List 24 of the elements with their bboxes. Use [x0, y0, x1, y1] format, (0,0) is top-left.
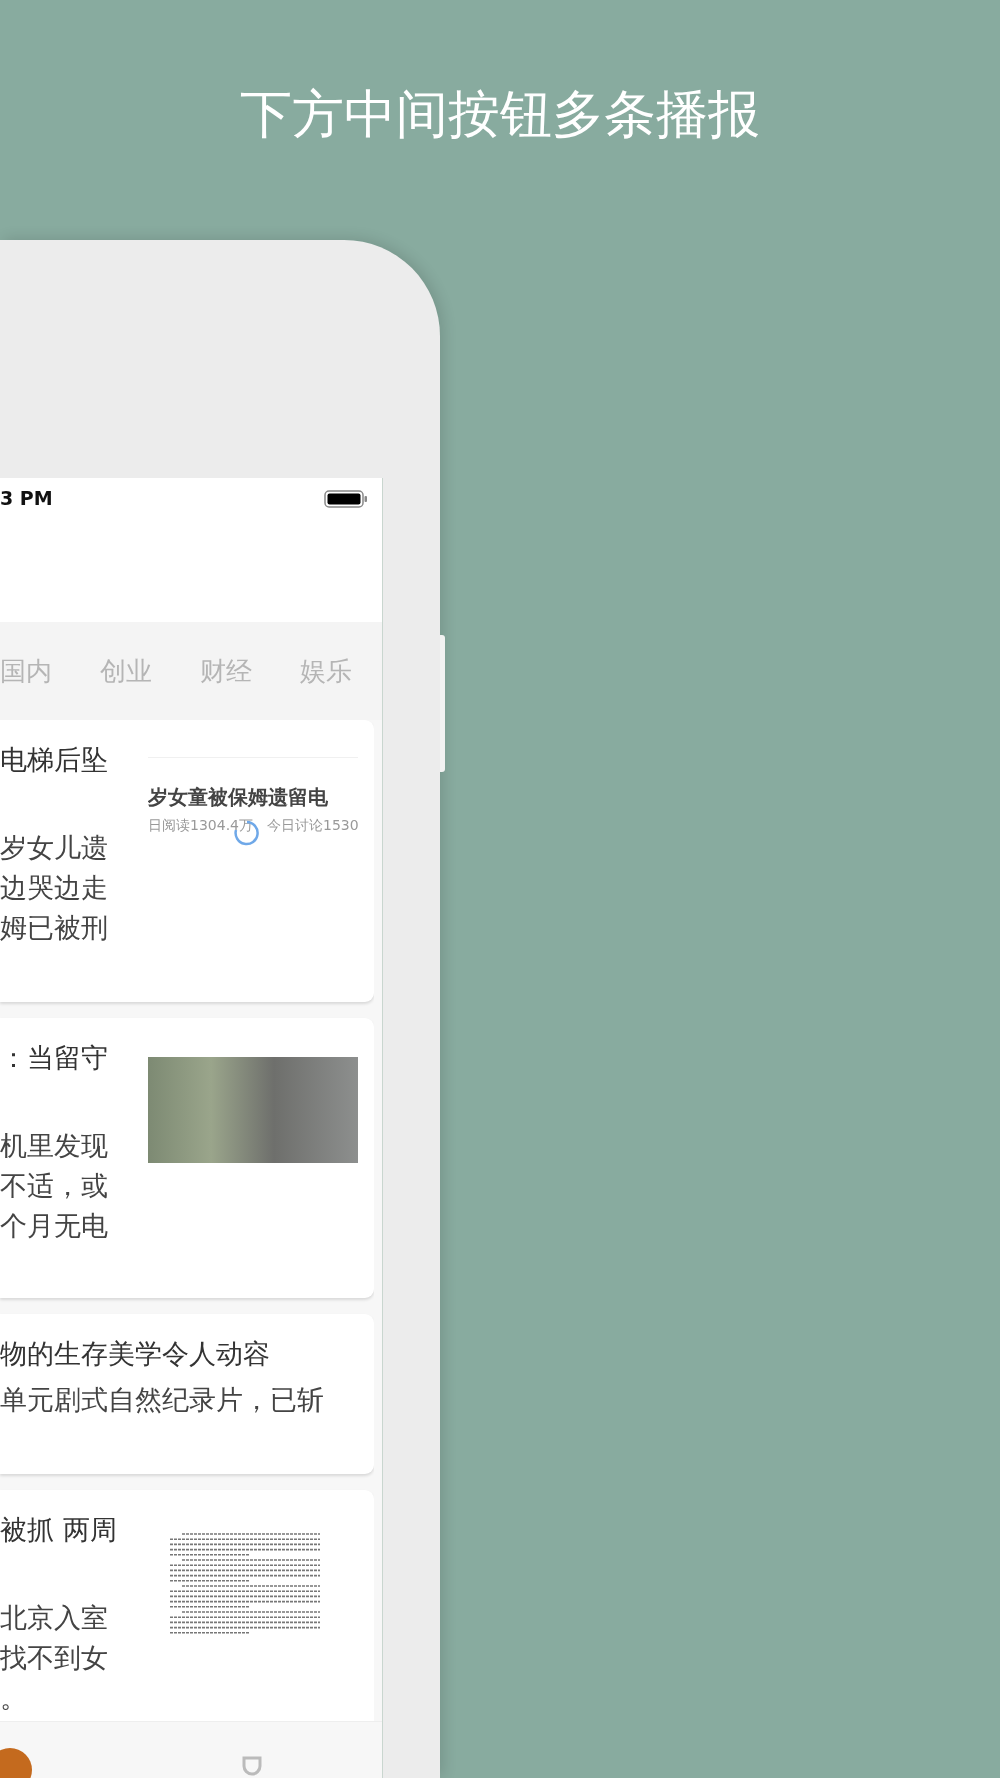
news-card[interactable]: ：当留守 机里发现 不适，或 个月无电: [0, 1018, 374, 1298]
article-summary-line: 找不到女: [0, 1641, 109, 1675]
article-summary-line: 北京入室: [0, 1601, 109, 1635]
article-title: ：当留守: [0, 1041, 109, 1075]
article-summary-line: 不适，或: [0, 1169, 109, 1203]
article-summary-line: 岁女儿遗: [0, 831, 109, 865]
news-card[interactable]: 电梯后坠 岁女儿遗 边哭边走 姆已被刑 岁女童被保姆遗留电 日阅读1304.4万 今日讨论1530: [0, 720, 374, 1002]
article-title: 电梯后坠: [0, 743, 109, 777]
screenshot-stat: 今日讨论1530: [267, 817, 358, 835]
status-time: 3 PM: [0, 486, 53, 510]
battery-icon: [324, 489, 368, 509]
article-summary-line: 姆已被刑: [0, 911, 109, 945]
article-summary-line: 边哭边走: [0, 871, 109, 905]
promo-heading: 下方中间按钮多条播报: [239, 83, 761, 146]
article-summary-line: 单元剧式自然纪录片，已斩: [0, 1383, 325, 1417]
article-summary-line: 。: [0, 1681, 28, 1715]
article-summary-line: 个月无电: [0, 1209, 109, 1243]
news-card[interactable]: 物的生存美学令人动容 单元剧式自然纪录片，已斩: [0, 1314, 374, 1474]
article-title: 物的生存美学令人动容: [0, 1337, 271, 1371]
news-card[interactable]: 被抓 两周 北京入室 找不到女 。: [0, 1490, 374, 1721]
article-summary-line: 机里发现: [0, 1129, 109, 1163]
screenshot-headline: 岁女童被保姆遗留电: [148, 784, 329, 811]
screenshot-stat: 日阅读1304.4万: [148, 817, 253, 835]
article-title: 被抓 两周: [0, 1513, 118, 1547]
